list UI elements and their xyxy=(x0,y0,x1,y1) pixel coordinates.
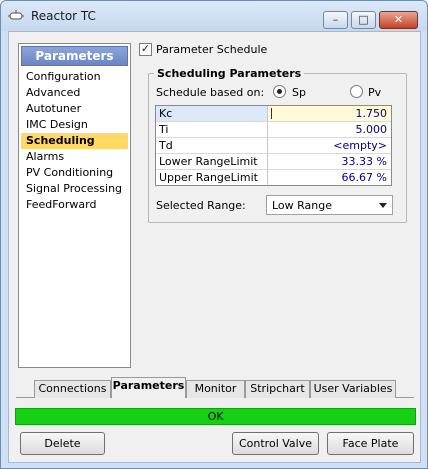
grid-row-name: Kc xyxy=(156,106,268,121)
ti-value[interactable]: 5.000 xyxy=(269,122,391,137)
window: Reactor TC – □ ✕ Parameters Configuratio… xyxy=(0,0,428,469)
control-valve-button[interactable]: Control Valve xyxy=(232,432,319,455)
sp-radio[interactable] xyxy=(273,85,286,98)
delete-button[interactable]: Delete xyxy=(20,432,105,455)
minimize-button[interactable]: – xyxy=(323,11,348,29)
chevron-down-icon xyxy=(379,203,387,208)
close-icon: ✕ xyxy=(393,13,404,26)
upper-range-limit-value[interactable]: 66.67 % xyxy=(269,170,391,185)
minimize-icon: – xyxy=(332,13,339,26)
selected-range-dropdown[interactable]: Low Range xyxy=(266,195,393,215)
tab-parameters[interactable]: Parameters xyxy=(111,377,186,398)
radio-selected-dot xyxy=(277,89,282,94)
tab-user-variables[interactable]: User Variables xyxy=(310,380,396,398)
nav-item-scheduling[interactable]: Scheduling xyxy=(21,133,128,149)
dialog-body: Parameters Configuration Advanced Autotu… xyxy=(8,31,421,463)
selected-range-label: Selected Range: xyxy=(156,199,246,212)
window-title: Reactor TC xyxy=(31,9,96,23)
schedule-based-on-label: Schedule based on: xyxy=(156,86,265,99)
grid-row-name: Upper RangeLimit xyxy=(156,170,268,185)
group-title: Scheduling Parameters xyxy=(154,67,305,80)
maximize-icon: □ xyxy=(358,13,369,26)
grid-row-upper-range-limit[interactable]: Upper RangeLimit 66.67 % xyxy=(156,170,391,186)
maximize-button[interactable]: □ xyxy=(351,11,376,29)
face-plate-button[interactable]: Face Plate xyxy=(327,432,414,455)
nav-item-configuration[interactable]: Configuration xyxy=(21,69,128,85)
pv-radio-label[interactable]: Pv xyxy=(368,86,381,99)
sp-radio-label[interactable]: Sp xyxy=(292,86,306,99)
app-icon xyxy=(8,10,24,20)
close-button[interactable]: ✕ xyxy=(379,11,418,29)
parameters-grid: Kc 1.750 Ti 5.000 Td <empty> Lower Range… xyxy=(155,105,392,186)
tab-stripchart[interactable]: Stripchart xyxy=(245,380,310,398)
parameters-nav: Parameters Configuration Advanced Autotu… xyxy=(18,43,131,368)
nav-item-autotuner[interactable]: Autotuner xyxy=(21,101,128,117)
lower-range-limit-value[interactable]: 33.33 % xyxy=(269,154,391,169)
kc-value-input[interactable]: 1.750 xyxy=(269,106,391,121)
grid-row-kc[interactable]: Kc 1.750 xyxy=(156,106,391,122)
grid-row-name: Td xyxy=(156,138,268,153)
tab-strip: Connections Parameters Monitor Stripchar… xyxy=(16,377,414,399)
grid-row-name: Ti xyxy=(156,122,268,137)
title-bar[interactable]: Reactor TC – □ ✕ xyxy=(1,1,427,31)
tab-connections[interactable]: Connections xyxy=(34,380,111,398)
pv-radio[interactable] xyxy=(350,85,363,98)
nav-item-pv-conditioning[interactable]: PV Conditioning xyxy=(21,165,128,181)
nav-item-feedforward[interactable]: FeedForward xyxy=(21,197,128,213)
parameter-schedule-label: Parameter Schedule xyxy=(156,43,268,56)
td-value[interactable]: <empty> xyxy=(269,138,391,153)
nav-item-alarms[interactable]: Alarms xyxy=(21,149,128,165)
tab-monitor[interactable]: Monitor xyxy=(186,380,245,398)
grid-row-name: Lower RangeLimit xyxy=(156,154,268,169)
nav-item-signal-processing[interactable]: Signal Processing xyxy=(21,181,128,197)
nav-item-advanced[interactable]: Advanced xyxy=(21,85,128,101)
grid-row-lower-range-limit[interactable]: Lower RangeLimit 33.33 % xyxy=(156,154,391,170)
grid-row-ti[interactable]: Ti 5.000 xyxy=(156,122,391,138)
nav-item-imc-design[interactable]: IMC Design xyxy=(21,117,128,133)
text-cursor xyxy=(271,108,272,119)
nav-header: Parameters xyxy=(21,46,128,66)
status-bar: OK xyxy=(15,408,416,425)
parameter-schedule-checkbox[interactable]: ✓ xyxy=(139,43,152,56)
grid-row-td[interactable]: Td <empty> xyxy=(156,138,391,154)
selected-range-value: Low Range xyxy=(272,199,333,212)
